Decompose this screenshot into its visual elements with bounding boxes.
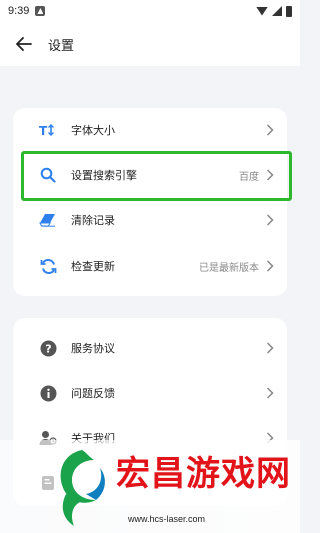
notification-icon — [35, 6, 46, 16]
wifi-icon — [256, 6, 268, 16]
chevron-right-icon — [265, 213, 275, 227]
chevron-right-icon — [265, 123, 275, 137]
settings-item-clear-history[interactable]: 清除记录 — [13, 198, 287, 242]
status-time: 9:39 — [8, 5, 30, 17]
settings-item-check-update[interactable]: 检查更新 已是最新版本 — [13, 244, 287, 288]
update-status-value: 已是最新版本 — [199, 262, 259, 274]
settings-item-label: 检查更新 — [71, 260, 115, 273]
refresh-icon — [39, 257, 57, 275]
back-arrow-icon[interactable] — [14, 34, 34, 54]
chevron-right-icon — [265, 168, 275, 182]
chevron-right-icon — [265, 259, 275, 273]
status-icons — [256, 5, 292, 17]
chevron-right-icon — [265, 341, 275, 355]
watermark-title: 宏昌游戏网 — [116, 454, 291, 494]
svg-text:T: T — [39, 124, 48, 138]
settings-item-feedback[interactable]: 问题反馈 — [13, 371, 287, 415]
eraser-icon — [39, 211, 57, 229]
watermark-url: www.hcs-laser.com — [128, 514, 206, 524]
settings-item-label: 服务协议 — [71, 342, 115, 355]
font-size-icon: T — [39, 121, 57, 139]
svg-text:?: ? — [45, 342, 51, 355]
settings-item-font-size[interactable]: T 字体大小 — [13, 108, 287, 152]
signal-icon — [272, 6, 282, 16]
page-title: 设置 — [48, 38, 75, 54]
search-engine-value: 百度 — [239, 171, 259, 183]
app-header: 设置 — [0, 22, 300, 66]
search-icon — [39, 166, 57, 184]
settings-item-label: 字体大小 — [71, 124, 115, 137]
settings-card-general: T 字体大小 设置搜索引擎 百度 清除记录 检查更新 已是最新版本 — [13, 108, 287, 296]
info-circle-icon — [39, 384, 57, 402]
settings-item-service-agreement[interactable]: ? 服务协议 — [13, 326, 287, 370]
chevron-right-icon — [265, 386, 275, 400]
settings-item-search-engine[interactable]: 设置搜索引擎 百度 — [13, 153, 287, 197]
help-circle-icon: ? — [39, 339, 57, 357]
battery-icon — [286, 5, 292, 17]
settings-item-label: 清除记录 — [71, 214, 115, 227]
watermark-logo — [52, 444, 112, 530]
settings-item-label: 设置搜索引擎 — [71, 169, 137, 182]
settings-item-label: 问题反馈 — [71, 387, 115, 400]
status-bar: 9:39 — [0, 0, 300, 22]
